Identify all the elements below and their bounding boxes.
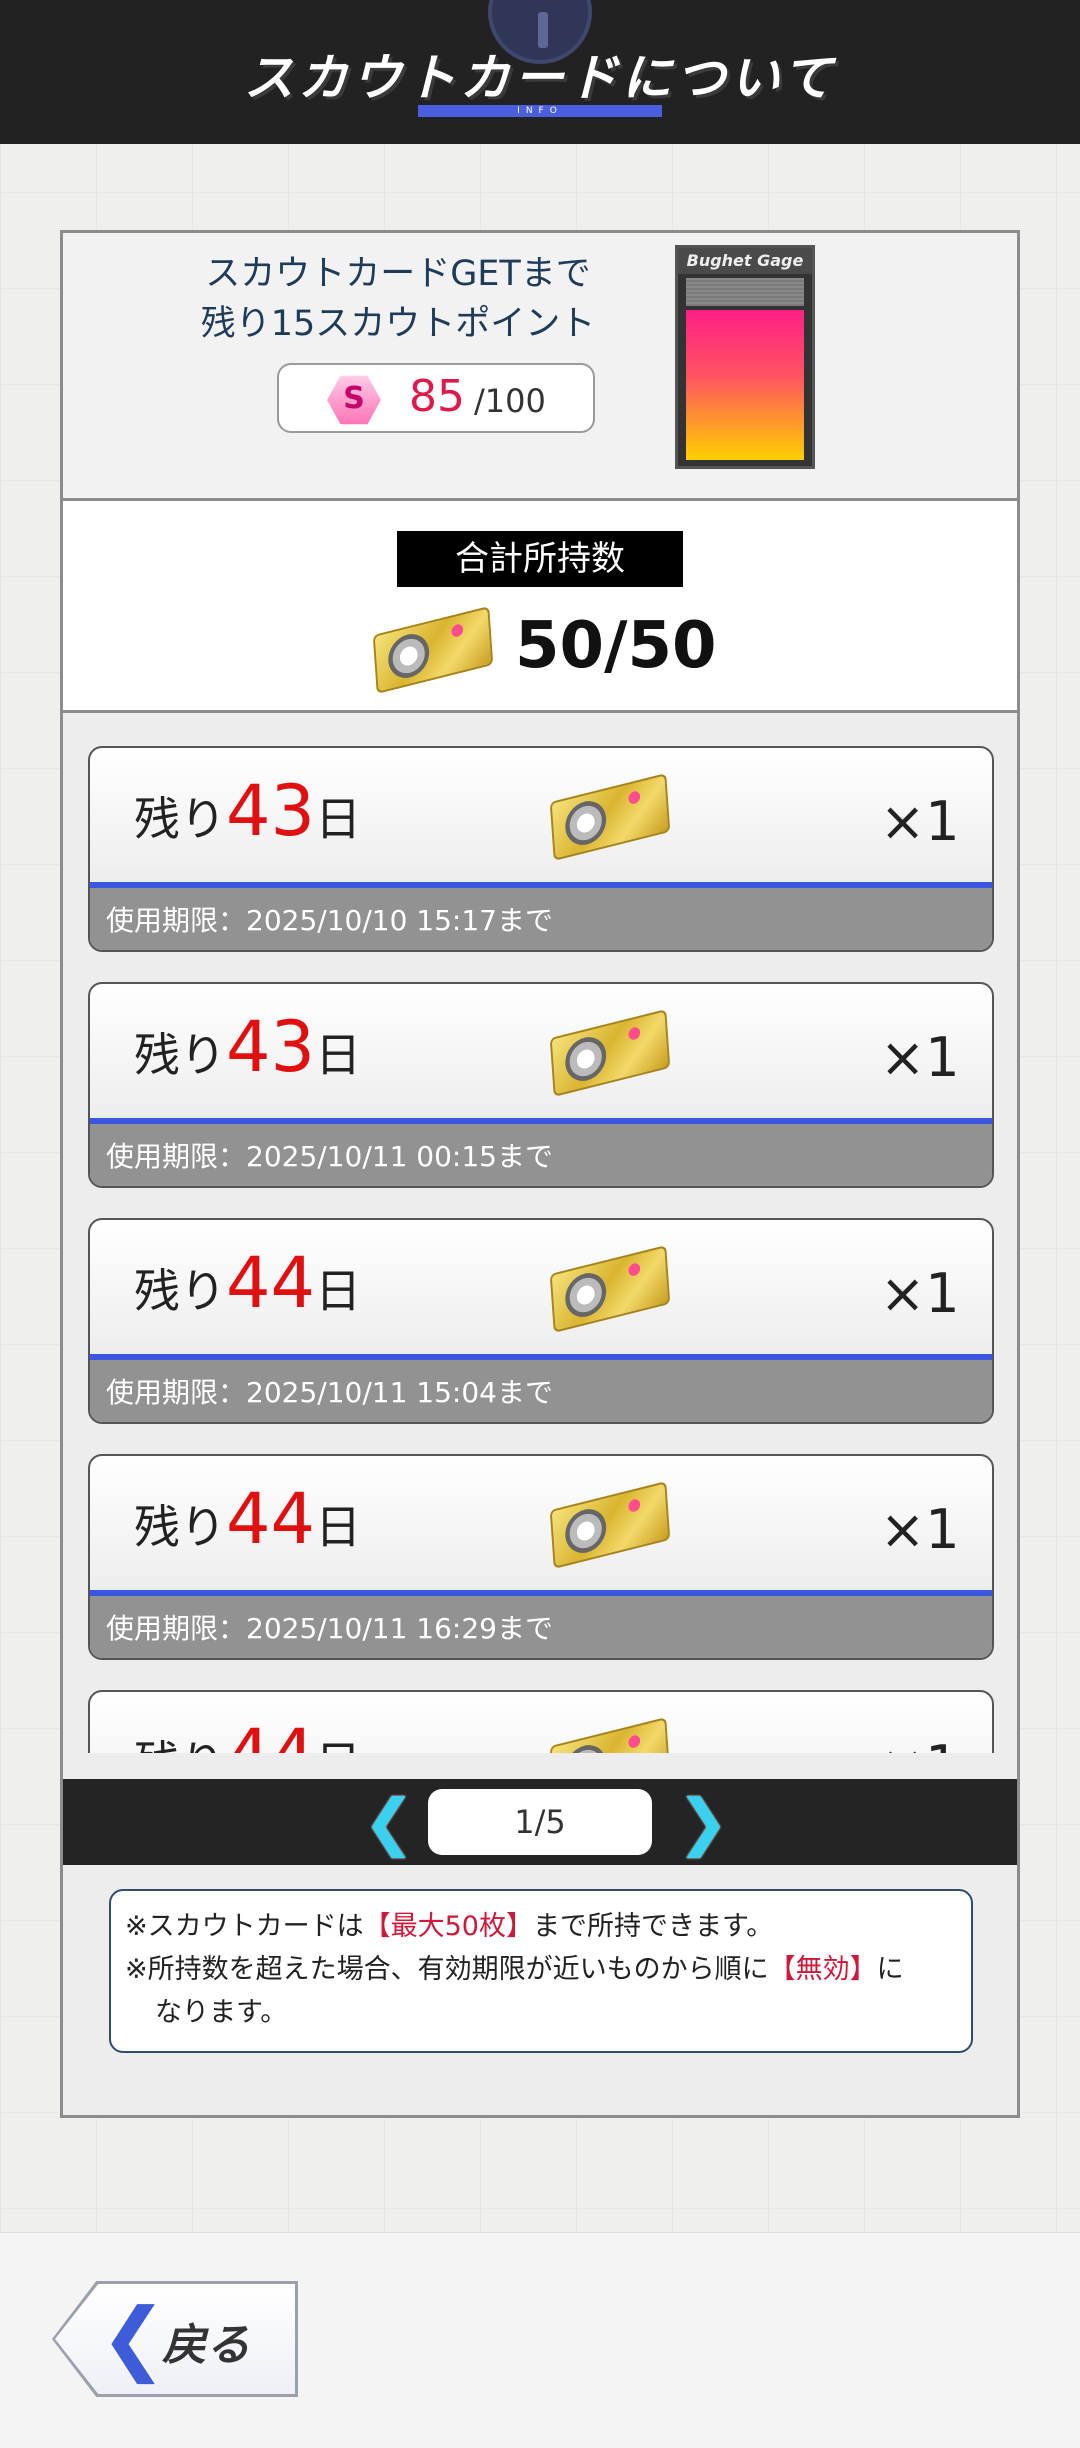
scout-card-list[interactable]: 残り43日 ×1 使用期限：2025/10/10 15:17まで 残り43日 ×… (63, 713, 1017, 1753)
scout-point-section: スカウトカードGETまで 残り15スカウトポイント S 85 /100 Bugh… (63, 233, 1017, 501)
list-item: 残り44日 ×1 (88, 1690, 994, 1753)
notice-line-2: ※所持数を超えた場合、有効期限が近いものから順に【無効】に (125, 1954, 904, 1985)
list-item: 残り44日 ×1 使用期限：2025/10/11 15:04まで (88, 1218, 994, 1424)
page-indicator: 1/5 (428, 1789, 652, 1855)
scout-point-icon: S (327, 375, 381, 425)
scout-card-icon (549, 1245, 671, 1333)
expiry-date: 使用期限：2025/10/11 15:04まで (90, 1360, 992, 1422)
notice-line-3: なります。 (155, 1997, 288, 2028)
card-quantity: ×1 (880, 1262, 960, 1325)
remaining-days-number: 43 (226, 770, 316, 852)
scout-gauge: Bughet Gage (675, 245, 815, 469)
pagination-bar: ❮ 1/5 ❯ (63, 1779, 1017, 1865)
remaining-days-number: 44 (226, 1242, 316, 1324)
title-underline: INFO (418, 105, 662, 117)
scout-progress-line2: 残り15スカウトポイント (200, 304, 596, 344)
scout-point-max: /100 (474, 382, 546, 420)
card-quantity: ×1 (880, 790, 960, 853)
page-title: スカウトカードについて (243, 49, 837, 107)
card-quantity: ×1 (880, 1026, 960, 1089)
remaining-days: 残り44日 (134, 1714, 361, 1753)
chevron-right-icon[interactable]: ❯ (677, 1789, 729, 1855)
list-item: 残り43日 ×1 使用期限：2025/10/10 15:17まで (88, 746, 994, 952)
chevron-left-icon[interactable]: ❮ (100, 2293, 167, 2383)
scout-card-icon (549, 773, 671, 861)
remaining-days-number: 44 (226, 1714, 315, 1753)
remaining-days: 残り43日 (134, 770, 362, 852)
expiry-date: 使用期限：2025/10/11 16:29まで (90, 1596, 992, 1658)
scout-progress-line1: スカウトカードGETまで (205, 254, 591, 294)
remaining-days: 残り43日 (134, 1006, 362, 1088)
scout-card-panel: スカウトカードGETまで 残り15スカウトポイント S 85 /100 Bugh… (60, 230, 1020, 2118)
total-owned-count: 50/50 (515, 609, 717, 683)
list-item: 残り43日 ×1 使用期限：2025/10/11 00:15まで (88, 982, 994, 1188)
gauge-empty-area (686, 278, 804, 306)
scout-card-icon (372, 606, 494, 694)
back-button-label[interactable]: 戻る (162, 2309, 250, 2373)
remaining-days: 残り44日 (134, 1242, 362, 1324)
scout-point-icon-letter: S (343, 381, 365, 416)
gauge-label: Bughet Gage (678, 248, 812, 274)
total-owned-label: 合計所持数 (397, 531, 683, 587)
remaining-days: 残り44日 (134, 1478, 362, 1560)
total-owned-section: 合計所持数 50/50 (63, 501, 1017, 713)
scout-card-icon (549, 1481, 671, 1569)
chevron-left-icon[interactable]: ❮ (363, 1789, 415, 1855)
card-quantity: ×1 (880, 1498, 960, 1561)
notice-line-1: ※スカウトカードは【最大50枚】まで所持できます。 (125, 1911, 774, 1942)
gauge-fill (686, 310, 804, 460)
notice-box: ※スカウトカードは【最大50枚】まで所持できます。 ※所持数を超えた場合、有効期… (109, 1889, 973, 2053)
header-bar: スカウトカードについて INFO (0, 0, 1080, 144)
scout-point-value: 85 (409, 371, 465, 422)
expiry-date: 使用期限：2025/10/11 00:15まで (90, 1124, 992, 1186)
card-quantity: ×1 (880, 1734, 960, 1753)
remaining-days-number: 44 (226, 1478, 316, 1560)
scout-point-counter: S 85 /100 (277, 363, 595, 433)
scout-progress-text: スカウトカードGETまで 残り15スカウトポイント (183, 249, 613, 349)
expiry-date: 使用期限：2025/10/10 15:17まで (90, 888, 992, 950)
list-item: 残り44日 ×1 使用期限：2025/10/11 16:29まで (88, 1454, 994, 1660)
footer-bar: ❮ 戻る (0, 2232, 1080, 2448)
scout-card-icon (549, 1009, 671, 1097)
scout-card-icon (549, 1717, 671, 1753)
remaining-days-number: 43 (226, 1006, 316, 1088)
